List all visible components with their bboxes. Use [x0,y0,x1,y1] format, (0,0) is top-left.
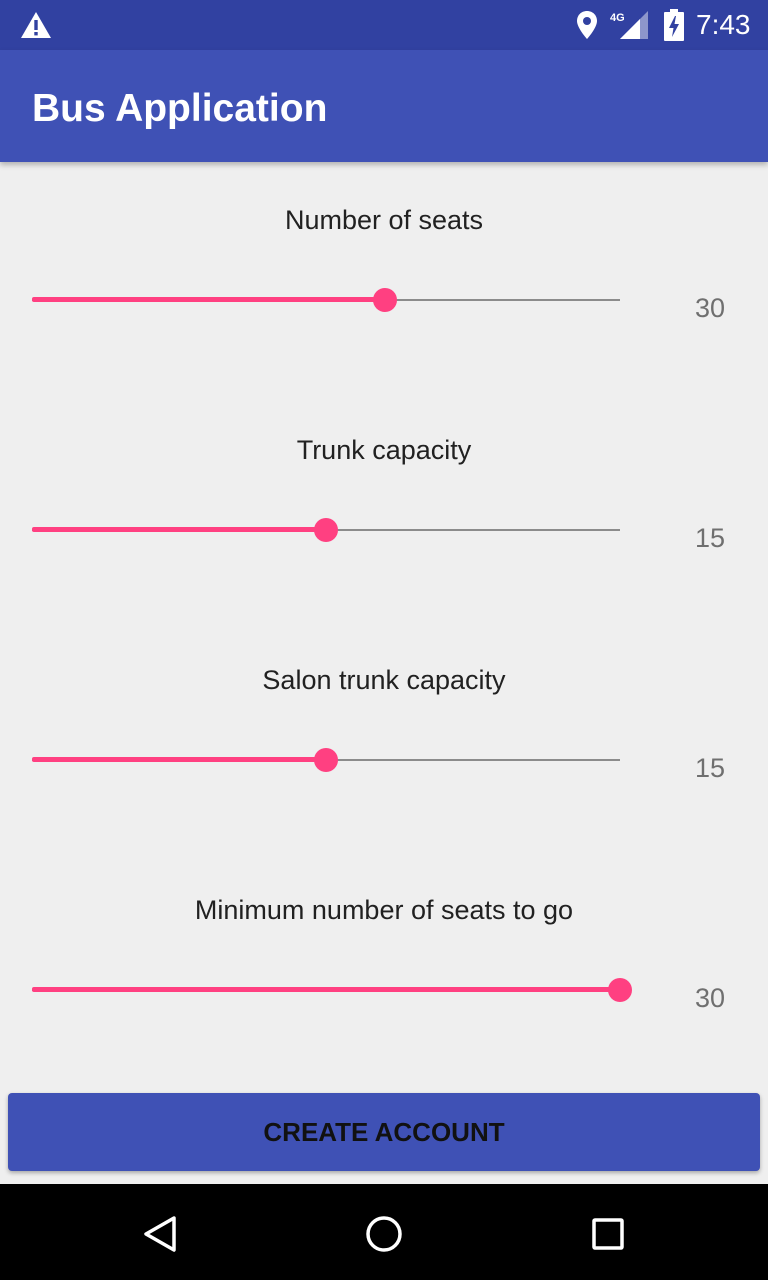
seats-label: Number of seats [284,205,484,235]
app-title: Bus Application [32,87,328,130]
recents-icon[interactable] [588,1214,628,1254]
create-account-label: CREATE ACCOUNT [263,1117,505,1147]
create-account-button[interactable]: CREATE ACCOUNT [8,1093,760,1171]
min-seats-label: Minimum number of seats to go [194,895,574,925]
battery-charging-icon [664,9,684,41]
back-icon[interactable] [140,1214,180,1254]
slider-thumb[interactable] [608,978,632,1002]
slider-thumb[interactable] [372,288,397,312]
slider-fill [32,987,620,992]
seats-value: 30 [694,293,726,323]
salon-trunk-section: Salon trunk capacity 15 [0,622,768,852]
network-type-label: 4G [610,12,625,24]
salon-trunk-value: 15 [694,753,726,783]
slider-fill [32,297,385,302]
app-bar: Bus Application [0,50,768,162]
trunk-capacity-slider[interactable] [20,508,632,552]
salon-trunk-slider[interactable] [20,738,632,782]
warning-icon [21,12,51,38]
home-icon[interactable] [364,1214,404,1254]
slider-thumb[interactable] [314,518,338,542]
status-bar: 4G 7:43 [0,0,768,50]
min-seats-value: 30 [694,983,726,1013]
signal-4g-icon: 4G [610,11,648,39]
slider-fill [32,527,326,532]
min-seats-section: Minimum number of seats to go 30 [0,852,768,1082]
screen: 4G 7:43 Bus Application Number of seats … [0,0,768,1280]
trunk-capacity-label: Trunk capacity [296,435,472,465]
navigation-bar [0,1184,768,1280]
slider-thumb[interactable] [314,748,338,772]
slider-fill [32,757,326,762]
location-icon [577,11,597,39]
status-time: 7:43 [696,9,751,40]
salon-trunk-label: Salon trunk capacity [262,665,506,695]
seats-slider[interactable] [20,278,632,322]
trunk-capacity-section: Trunk capacity 15 [0,392,768,622]
trunk-capacity-value: 15 [694,523,726,553]
seats-section: Number of seats 30 [0,162,768,392]
min-seats-slider[interactable] [20,968,632,1012]
